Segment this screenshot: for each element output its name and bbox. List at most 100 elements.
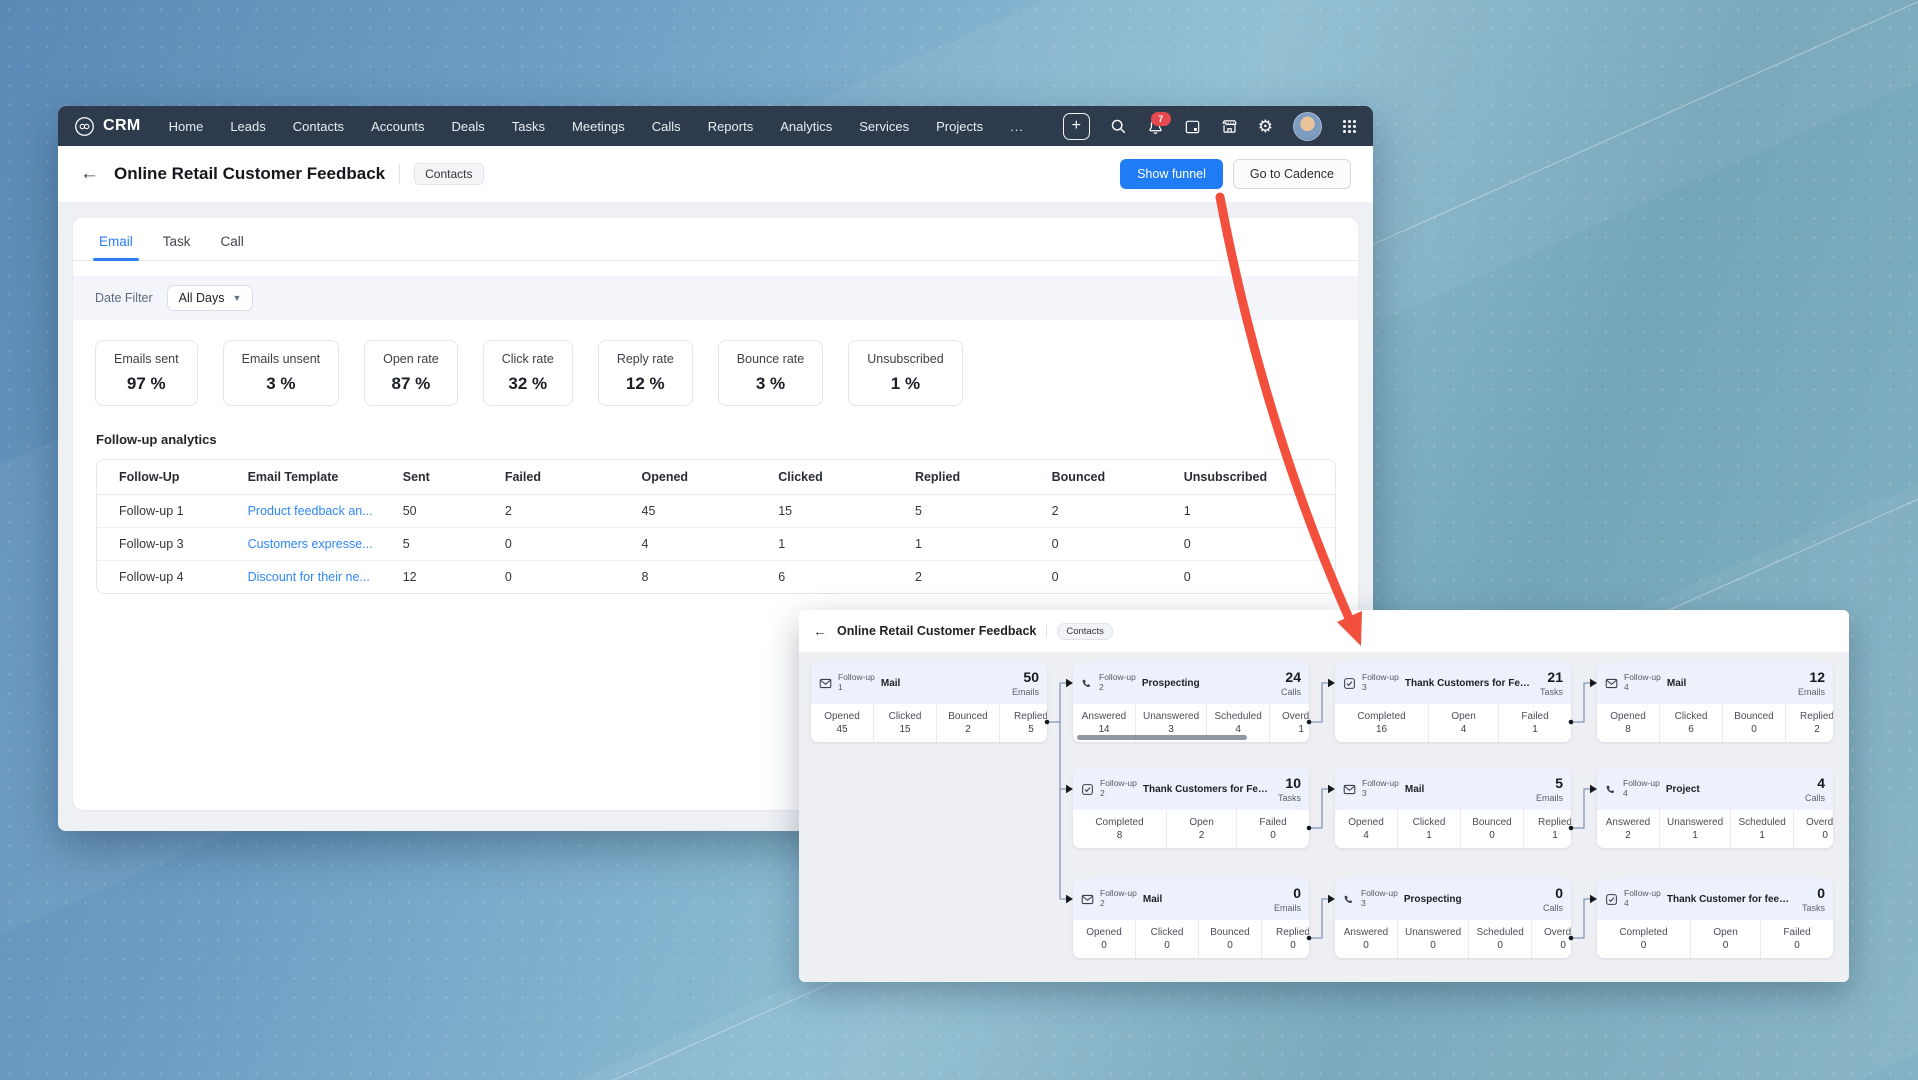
date-filter-dropdown[interactable]: All Days ▼ bbox=[167, 285, 254, 311]
funnel-card-name: Prospecting bbox=[1142, 678, 1271, 689]
funnel-stat-failed: Failed1 bbox=[1498, 704, 1571, 742]
template-cell: Customers expresse... bbox=[244, 528, 399, 561]
funnel-card-followup-2[interactable]: Follow-up2Prospecting24CallsAnswered14Un… bbox=[1073, 662, 1309, 742]
nav-item-services[interactable]: Services bbox=[859, 119, 909, 134]
show-funnel-button[interactable]: Show funnel bbox=[1120, 159, 1223, 189]
funnel-card-header: Follow-up3Prospecting0Calls bbox=[1335, 878, 1571, 920]
funnel-stat-open: Open4 bbox=[1428, 704, 1498, 742]
back-arrow-icon[interactable]: ← bbox=[80, 163, 99, 185]
funnel-card-stats: Opened8Clicked6Bounced0Replied2 bbox=[1597, 704, 1833, 742]
horizontal-scrollbar[interactable] bbox=[1077, 735, 1247, 740]
go-to-cadence-button[interactable]: Go to Cadence bbox=[1233, 159, 1351, 189]
funnel-card-header: Follow-up4Project4Calls bbox=[1597, 768, 1833, 810]
marketplace-store-icon[interactable] bbox=[1221, 118, 1238, 135]
followup-number: 4 bbox=[1624, 683, 1661, 693]
count-unit: Tasks bbox=[1540, 687, 1563, 697]
stat-value: 0 bbox=[1405, 939, 1461, 953]
calendar-icon[interactable] bbox=[1184, 118, 1201, 135]
nav-item-leads[interactable]: Leads bbox=[230, 119, 265, 134]
stat-value: 1 bbox=[1667, 829, 1723, 843]
funnel-card-followup-4[interactable]: Follow-up4Mail12EmailsOpened8Clicked6Bou… bbox=[1597, 662, 1833, 742]
followup-seq: Follow-up4 bbox=[1624, 889, 1661, 909]
followup-label: Follow-up bbox=[1624, 889, 1661, 899]
followup-analytics-table: Follow-UpEmail TemplateSentFailedOpenedC… bbox=[97, 460, 1335, 593]
stat-value: 1 bbox=[1738, 829, 1786, 843]
funnel-card-header: Follow-up1Mail50Emails bbox=[811, 662, 1047, 704]
value-cell: 1 bbox=[1180, 495, 1335, 528]
funnel-card-name: Prospecting bbox=[1404, 894, 1533, 905]
email-template-link[interactable]: Customers expresse... bbox=[248, 537, 395, 551]
followup-cell: Follow-up 1 bbox=[97, 495, 244, 528]
funnel-stat-opened: Opened45 bbox=[811, 704, 873, 742]
count-unit: Emails bbox=[1536, 793, 1563, 803]
search-icon[interactable] bbox=[1110, 118, 1127, 135]
nav-item-accounts[interactable]: Accounts bbox=[371, 119, 424, 134]
settings-gear-icon[interactable]: ⚙ bbox=[1258, 118, 1273, 135]
email-icon bbox=[1605, 677, 1618, 690]
count-value: 10 bbox=[1285, 775, 1301, 791]
followup-number: 1 bbox=[838, 683, 875, 693]
stat-value: 2 bbox=[1604, 829, 1652, 843]
tab-task[interactable]: Task bbox=[163, 234, 191, 260]
stat-label: Answered bbox=[1604, 816, 1652, 830]
stat-label: Unsubscribed bbox=[867, 352, 943, 366]
stat-card-open-rate: Open rate87 % bbox=[364, 340, 458, 406]
nav-item-home[interactable]: Home bbox=[169, 119, 204, 134]
nav-item-calls[interactable]: Calls bbox=[652, 119, 681, 134]
crm-logo[interactable]: CRM bbox=[74, 116, 141, 137]
count-value: 0 bbox=[1293, 885, 1301, 901]
funnel-card-header: Follow-up2Mail0Emails bbox=[1073, 878, 1309, 920]
stat-label: Completed bbox=[1080, 816, 1159, 830]
page-title: Online Retail Customer Feedback bbox=[114, 164, 385, 184]
stat-value: 0 bbox=[1206, 939, 1254, 953]
stat-label: Unanswered bbox=[1667, 816, 1723, 830]
nav-more-button[interactable]: ... bbox=[1010, 119, 1024, 134]
followup-analytics-table-wrap: Follow-UpEmail TemplateSentFailedOpenedC… bbox=[96, 459, 1336, 594]
nav-item-meetings[interactable]: Meetings bbox=[572, 119, 625, 134]
funnel-card-followup-3[interactable]: Follow-up3Prospecting0CallsAnswered0Unan… bbox=[1335, 878, 1571, 958]
funnel-stat-opened: Opened0 bbox=[1073, 920, 1135, 958]
nav-item-projects[interactable]: Projects bbox=[936, 119, 983, 134]
funnel-card-name: Mail bbox=[1667, 678, 1788, 689]
funnel-stat-scheduled: Scheduled1 bbox=[1730, 810, 1793, 848]
funnel-card-followup-2[interactable]: Follow-up2Thank Customers for Feedback10… bbox=[1073, 768, 1309, 848]
nav-item-reports[interactable]: Reports bbox=[708, 119, 754, 134]
funnel-module-chip: Contacts bbox=[1057, 623, 1113, 640]
email-template-link[interactable]: Discount for their ne... bbox=[248, 570, 395, 584]
funnel-stat-failed: Failed0 bbox=[1760, 920, 1833, 958]
stat-label: Open bbox=[1436, 710, 1491, 724]
funnel-card-name: Mail bbox=[1405, 784, 1526, 795]
funnel-card-followup-4[interactable]: Follow-up4Project4Calls Answered2 Unanswer… bbox=[1597, 768, 1833, 848]
nav-item-contacts[interactable]: Contacts bbox=[293, 119, 344, 134]
followup-label: Follow-up bbox=[1623, 779, 1660, 789]
funnel-card-stats: Answered2Unanswered1Scheduled1Overdue0 bbox=[1597, 810, 1833, 848]
email-template-link[interactable]: Product feedback an... bbox=[248, 504, 395, 518]
funnel-card-followup-2[interactable]: Follow-up2Mail0EmailsOpened0Clicked0Boun… bbox=[1073, 878, 1309, 958]
stat-value: 97 % bbox=[114, 374, 179, 394]
nav-item-tasks[interactable]: Tasks bbox=[512, 119, 545, 134]
funnel-card-followup-3[interactable]: Follow-up3Thank Customers for Feedback21… bbox=[1335, 662, 1571, 742]
funnel-back-arrow-icon[interactable]: ← bbox=[813, 623, 827, 639]
notifications-bell-icon[interactable]: 7 bbox=[1147, 118, 1164, 135]
followup-seq: Follow-up4 bbox=[1624, 673, 1661, 693]
funnel-stat-open: Open2 bbox=[1166, 810, 1236, 848]
brand-label: CRM bbox=[103, 117, 141, 135]
stat-label: Open bbox=[1698, 926, 1753, 940]
nav-item-deals[interactable]: Deals bbox=[452, 119, 485, 134]
user-avatar[interactable] bbox=[1293, 112, 1322, 141]
stat-value: 2 bbox=[944, 723, 992, 737]
apps-grid-icon[interactable] bbox=[1342, 119, 1357, 134]
funnel-card-header: Follow-up4Thank Customer for feedback0Ta… bbox=[1597, 878, 1833, 920]
stat-value: 1 bbox=[1531, 829, 1571, 843]
tab-email[interactable]: Email bbox=[99, 234, 133, 260]
funnel-card-followup-3[interactable]: Follow-up3Mail5EmailsOpened4Clicked1Boun… bbox=[1335, 768, 1571, 848]
funnel-card-followup-4[interactable]: Follow-up4Thank Customer for feedback0Ta… bbox=[1597, 878, 1833, 958]
nav-item-analytics[interactable]: Analytics bbox=[780, 119, 832, 134]
quick-create-button[interactable]: + bbox=[1063, 113, 1090, 140]
tab-call[interactable]: Call bbox=[221, 234, 244, 260]
value-cell: 4 bbox=[638, 528, 775, 561]
stat-value: 4 bbox=[1436, 723, 1491, 737]
funnel-card-followup-1[interactable]: Follow-up1Mail50EmailsOpened45Clicked15B… bbox=[811, 662, 1047, 742]
funnel-card-name: Mail bbox=[1143, 894, 1264, 905]
count-unit: Emails bbox=[1274, 903, 1301, 913]
